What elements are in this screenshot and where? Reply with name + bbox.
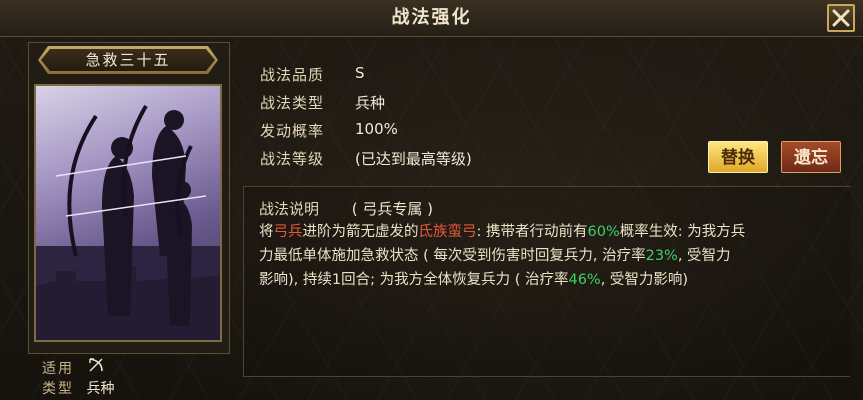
quality-value: S — [355, 64, 365, 82]
applies-label: 适用 — [42, 361, 74, 377]
card-applies-row: 适用 — [42, 357, 104, 378]
title-bar: 战法强化 — [0, 0, 863, 37]
desc-text: , 受智力 — [677, 248, 731, 264]
description-subheading: ( 弓兵专属 ) — [351, 200, 434, 218]
description-heading-row: 战法说明 ( 弓兵专属 ) — [259, 198, 433, 219]
forget-button[interactable]: 遗忘 — [781, 141, 841, 173]
skill-level-value: (已达到最高等级) — [355, 150, 472, 168]
bow-icon — [88, 358, 104, 377]
desc-highlight-troop: 弓兵 — [273, 224, 303, 240]
window-title: 战法强化 — [391, 7, 472, 28]
description-heading: 战法说明 — [259, 200, 320, 218]
close-button[interactable] — [827, 4, 855, 32]
card-type-row: 类型 兵种 — [42, 378, 114, 398]
skill-name: 急救三十五 — [41, 49, 215, 71]
trigger-rate-label: 发动概率 — [260, 122, 325, 140]
skill-type-label: 战法类型 — [260, 94, 325, 112]
skill-type-value: 兵种 — [355, 94, 386, 112]
close-icon — [832, 9, 850, 27]
desc-text: 概率生效: 为我方兵 — [619, 224, 746, 240]
description-text: 将弓兵进阶为箭无虚发的氐族蛮弓: 携带者行动前有60%概率生效: 为我方兵 力最… — [259, 220, 839, 292]
trigger-rate-value: 100% — [355, 120, 398, 138]
description-line-1: 将弓兵进阶为箭无虚发的氐族蛮弓: 携带者行动前有60%概率生效: 为我方兵 — [259, 220, 839, 244]
card-type-value: 兵种 — [86, 381, 115, 397]
skill-card-art — [34, 84, 222, 342]
desc-text: 力最低单体施加急救状态 ( 每次受到伤害时回复兵力, 治疗率 — [259, 248, 646, 264]
desc-text: 进阶为箭无虚发的 — [302, 224, 419, 240]
archers-illustration — [36, 104, 220, 340]
desc-highlight-unit: 氐族蛮弓 — [418, 224, 477, 240]
skill-level-label: 战法等级 — [260, 150, 325, 168]
skill-name-plate: 急救三十五 — [38, 46, 218, 74]
description-line-3: 影响), 持续1回合; 为我方全体恢复兵力 ( 治疗率46%, 受智力影响) — [259, 268, 839, 292]
desc-text: 影响), 持续1回合; 为我方全体恢复兵力 ( 治疗率 — [259, 272, 569, 288]
description-line-2: 力最低单体施加急救状态 ( 每次受到伤害时回复兵力, 治疗率23%, 受智力 — [259, 244, 839, 268]
quality-label: 战法品质 — [260, 66, 325, 84]
desc-text: , 受智力影响) — [600, 272, 689, 288]
card-type-label: 类型 — [42, 381, 74, 397]
desc-highlight-heal-all: 46% — [568, 272, 601, 288]
desc-text: : 携带者行动前有 — [476, 224, 588, 240]
desc-highlight-heal: 23% — [645, 248, 678, 264]
divider — [243, 376, 850, 377]
desc-text: 将 — [259, 224, 274, 240]
replace-button[interactable]: 替换 — [708, 141, 768, 173]
desc-highlight-rate: 60% — [587, 224, 620, 240]
